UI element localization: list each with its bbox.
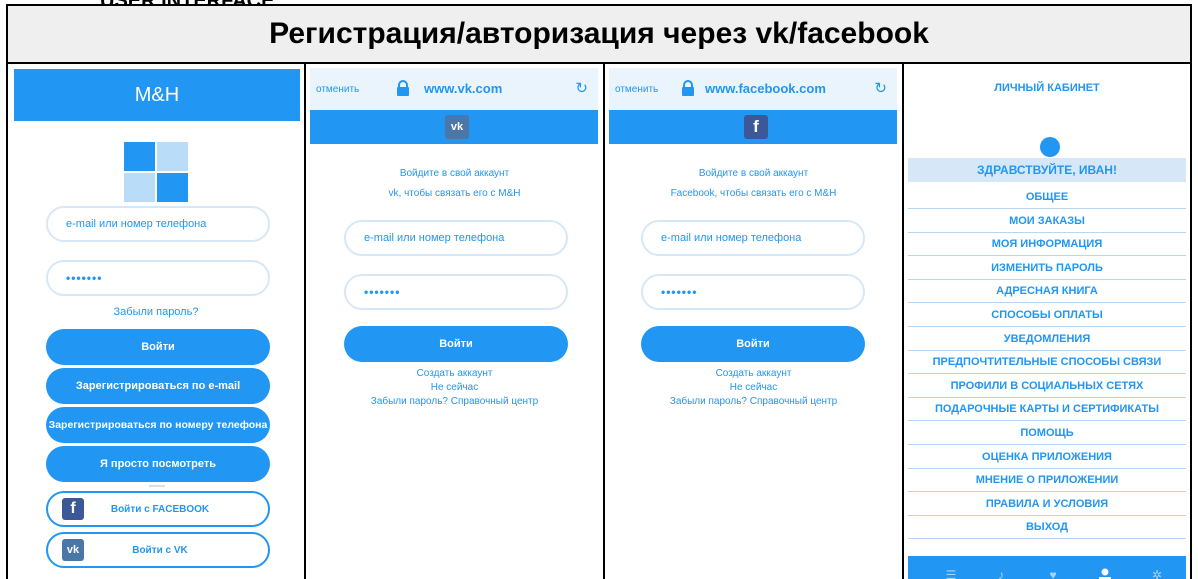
vk-login-button[interactable]: vk Войти с VK <box>46 532 270 568</box>
lock-icon <box>682 80 694 96</box>
menu-item[interactable]: ПОДАРОЧНЫЕ КАРТЫ И СЕРТИФИКАТЫ <box>908 398 1186 422</box>
refresh-icon[interactable]: ↻ <box>575 79 588 97</box>
forgot-help-link[interactable]: Забыли пароль? Справочный центр <box>605 396 902 407</box>
login-button[interactable]: Войти <box>46 329 270 365</box>
refresh-icon[interactable]: ↻ <box>874 79 887 97</box>
login-button[interactable]: Войти <box>344 326 568 362</box>
gear-icon[interactable]: ✲ <box>1150 568 1164 579</box>
user-icon[interactable] <box>1098 568 1112 579</box>
prompt-line-2: Facebook, чтобы связать его с M&H <box>670 188 837 199</box>
password-input[interactable]: ••••••• <box>641 274 865 310</box>
heart-icon[interactable]: ♥ <box>1046 568 1060 579</box>
facebook-icon: f <box>744 115 768 139</box>
cancel-link[interactable]: отменить <box>615 84 658 95</box>
vk-auth-screen: отменить www.vk.com ↻ vk Войдите в свой … <box>306 64 603 579</box>
prompt-line-2: vk, чтобы связать его с M&H <box>388 188 521 199</box>
vk-login-label: Войти с VK <box>132 544 188 556</box>
login-input[interactable]: e-mail или номер телефона <box>641 220 865 256</box>
menu-item[interactable]: УВЕДОМЛЕНИЯ <box>908 328 1186 351</box>
password-input[interactable]: ••••••• <box>344 274 568 310</box>
create-account-link[interactable]: Создать аккаунт <box>306 368 603 379</box>
facebook-auth-screen: отменить www.facebook.com ↻ f Войдите в … <box>605 64 902 579</box>
cancel-link[interactable]: отменить <box>316 84 359 95</box>
menu-item[interactable]: ВЫХОД <box>908 516 1186 540</box>
account-title: ЛИЧНЫЙ КАБИНЕТ <box>994 82 1100 94</box>
app-header: M&H <box>14 69 300 121</box>
menu-item[interactable]: СПОСОБЫ ОПЛАТЫ <box>908 304 1186 327</box>
bell-icon[interactable]: ♪ <box>994 568 1008 579</box>
facebook-login-button[interactable]: f Войти с FACEBOOK <box>46 491 270 527</box>
url-text: www.vk.com <box>424 81 503 96</box>
bottom-tab-bar: ☰ ♪ ♥ ✲ <box>908 556 1186 579</box>
browser-address-bar: отменить www.vk.com ↻ <box>310 68 598 110</box>
menu-item[interactable]: ПРАВИЛА И УСЛОВИЯ <box>908 493 1186 516</box>
menu-item[interactable]: ОЦЕНКА ПРИЛОЖЕНИЯ <box>908 446 1186 469</box>
login-screen: M&H e-mail или номер телефона ••••••• За… <box>8 64 304 579</box>
prompt-line-1: Войдите в свой аккаунт <box>399 168 510 179</box>
login-input[interactable]: e-mail или номер телефона <box>344 220 568 256</box>
brand-bar: vk <box>310 110 598 144</box>
password-input[interactable]: ••••••• <box>46 260 270 296</box>
login-button[interactable]: Войти <box>641 326 865 362</box>
guest-button[interactable]: Я просто посмотреть <box>46 446 270 482</box>
vk-icon: vk <box>445 115 469 139</box>
divider <box>149 485 165 487</box>
menu-item[interactable]: МОЯ ИНФОРМАЦИЯ <box>908 233 1186 257</box>
register-phone-button[interactable]: Зарегистрироваться по номеру телефона <box>46 407 270 443</box>
menu-item[interactable]: ПОМОЩЬ <box>908 422 1186 445</box>
page-title: Регистрация/авторизация через vk/faceboo… <box>8 6 1190 64</box>
forgot-password-link[interactable]: Забыли пароль? <box>8 306 304 318</box>
facebook-login-label: Войти с FACEBOOK <box>110 503 210 515</box>
menu-item[interactable]: АДРЕСНАЯ КНИГА <box>908 280 1186 304</box>
browser-address-bar: отменить www.facebook.com ↻ <box>609 68 897 110</box>
menu-item[interactable]: ПРЕДПОЧТИТЕЛЬНЫЕ СПОСОБЫ СВЯЗИ <box>908 351 1186 375</box>
menu-item[interactable]: ОБЩЕЕ <box>908 186 1186 209</box>
login-input[interactable]: e-mail или номер телефона <box>46 206 270 242</box>
not-now-link[interactable]: Не сейчас <box>306 382 603 393</box>
menu-item[interactable]: МНЕНИЕ О ПРИЛОЖЕНИИ <box>908 469 1186 493</box>
menu-item[interactable]: МОИ ЗАКАЗЫ <box>908 210 1186 233</box>
not-now-link[interactable]: Не сейчас <box>605 382 902 393</box>
brand-bar: f <box>609 110 897 144</box>
register-email-button[interactable]: Зарегистрироваться по e-mail <box>46 368 270 404</box>
create-account-link[interactable]: Создать аккаунт <box>605 368 902 379</box>
url-text: www.facebook.com <box>705 81 826 96</box>
forgot-help-link[interactable]: Забыли пароль? Справочный центр <box>306 396 603 407</box>
app-logo <box>124 142 188 202</box>
menu-item[interactable]: ПРОФИЛИ В СОЦИАЛЬНЫХ СЕТЯХ <box>908 375 1186 398</box>
lock-icon <box>397 80 409 96</box>
account-screen: ЛИЧНЫЙ КАБИНЕТ ЗДРАВСТВУЙТЕ, ИВАН! ОБЩЕЕ… <box>904 64 1190 579</box>
prompt-line-1: Войдите в свой аккаунт <box>698 168 809 179</box>
greeting-banner: ЗДРАВСТВУЙТЕ, ИВАН! <box>908 158 1186 182</box>
list-icon[interactable]: ☰ <box>944 568 958 579</box>
menu-item[interactable]: ИЗМЕНИТЬ ПАРОЛЬ <box>908 257 1186 280</box>
